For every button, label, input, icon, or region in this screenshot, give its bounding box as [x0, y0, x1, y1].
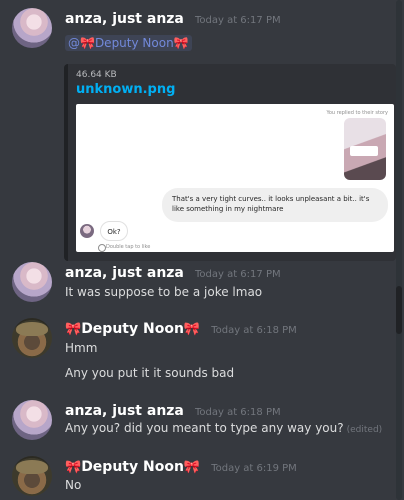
message-group: 🎀Deputy Noon🎀 Today at 6:19 PM No: [0, 456, 395, 500]
attachment-image[interactable]: You replied to their story That's a very…: [76, 104, 394, 252]
like-hint: Double tap to like: [106, 244, 151, 250]
message-header: anza, just anza Today at 6:17 PM: [65, 262, 281, 281]
scrollbar-thumb[interactable]: [396, 286, 402, 334]
timestamp: Today at 6:18 PM: [194, 407, 281, 418]
heart-icon: [98, 244, 106, 252]
author-name[interactable]: anza, just anza: [65, 11, 184, 27]
message-header: 🎀Deputy Noon🎀 Today at 6:18 PM: [65, 318, 297, 337]
ribbon-icon: 🎀: [65, 460, 82, 475]
story-reply-label: You replied to their story: [326, 110, 388, 116]
story-thumbnail: [344, 118, 386, 180]
message-header: 🎀Deputy Noon🎀 Today at 6:19 PM: [65, 456, 297, 475]
message-header: anza, just anza Today at 6:18 PM: [65, 400, 281, 419]
incoming-bubble: Ok?: [100, 221, 128, 241]
message-text: Hmm: [65, 341, 98, 355]
ribbon-icon: 🎀: [65, 322, 82, 337]
author-name[interactable]: anza, just anza: [65, 265, 184, 281]
message-group: 🎀Deputy Noon🎀 Today at 6:18 PM Hmm Any y…: [0, 318, 395, 388]
message-text: No: [65, 478, 82, 492]
avatar[interactable]: [12, 262, 52, 302]
avatar[interactable]: [12, 400, 52, 440]
timestamp: Today at 6:17 PM: [194, 269, 281, 280]
avatar[interactable]: [12, 318, 52, 358]
ribbon-icon: 🎀: [183, 460, 201, 475]
message-header: anza, just anza Today at 6:17 PM: [65, 8, 281, 27]
attachment-card: 46.64 KB unknown.png You replied to thei…: [64, 64, 396, 261]
file-name-link[interactable]: unknown.png: [76, 82, 175, 97]
author-name[interactable]: Deputy Noon: [81, 459, 184, 475]
scrollbar-track[interactable]: [396, 0, 402, 500]
avatar[interactable]: [12, 456, 52, 496]
outgoing-bubble: That's a very tight curves.. it looks un…: [162, 188, 388, 222]
author-name[interactable]: anza, just anza: [65, 403, 184, 419]
timestamp: Today at 6:17 PM: [194, 15, 281, 26]
story-caption-box: [350, 146, 378, 156]
message-text: Any you put it it sounds bad: [65, 366, 235, 380]
timestamp: Today at 6:19 PM: [211, 463, 297, 474]
user-mention[interactable]: @🎀Deputy Noon🎀: [65, 35, 192, 51]
message-text: It was suppose to be a joke lmao: [65, 285, 263, 299]
message-text-body: Any you? did you meant to type any way y…: [65, 421, 344, 435]
message-text: Any you? did you meant to type any way y…: [65, 421, 382, 435]
file-size: 46.64 KB: [76, 70, 117, 80]
ribbon-icon: 🎀: [183, 322, 201, 337]
avatar: [80, 224, 94, 238]
message-group: anza, just anza Today at 6:18 PM Any you…: [0, 400, 395, 446]
timestamp: Today at 6:18 PM: [211, 325, 297, 336]
edited-label: (edited): [346, 425, 383, 435]
author-name[interactable]: Deputy Noon: [81, 321, 184, 337]
message-group: anza, just anza Today at 6:17 PM @🎀Deput…: [0, 8, 396, 261]
avatar[interactable]: [12, 8, 52, 48]
message-group: anza, just anza Today at 6:17 PM It was …: [0, 262, 395, 308]
